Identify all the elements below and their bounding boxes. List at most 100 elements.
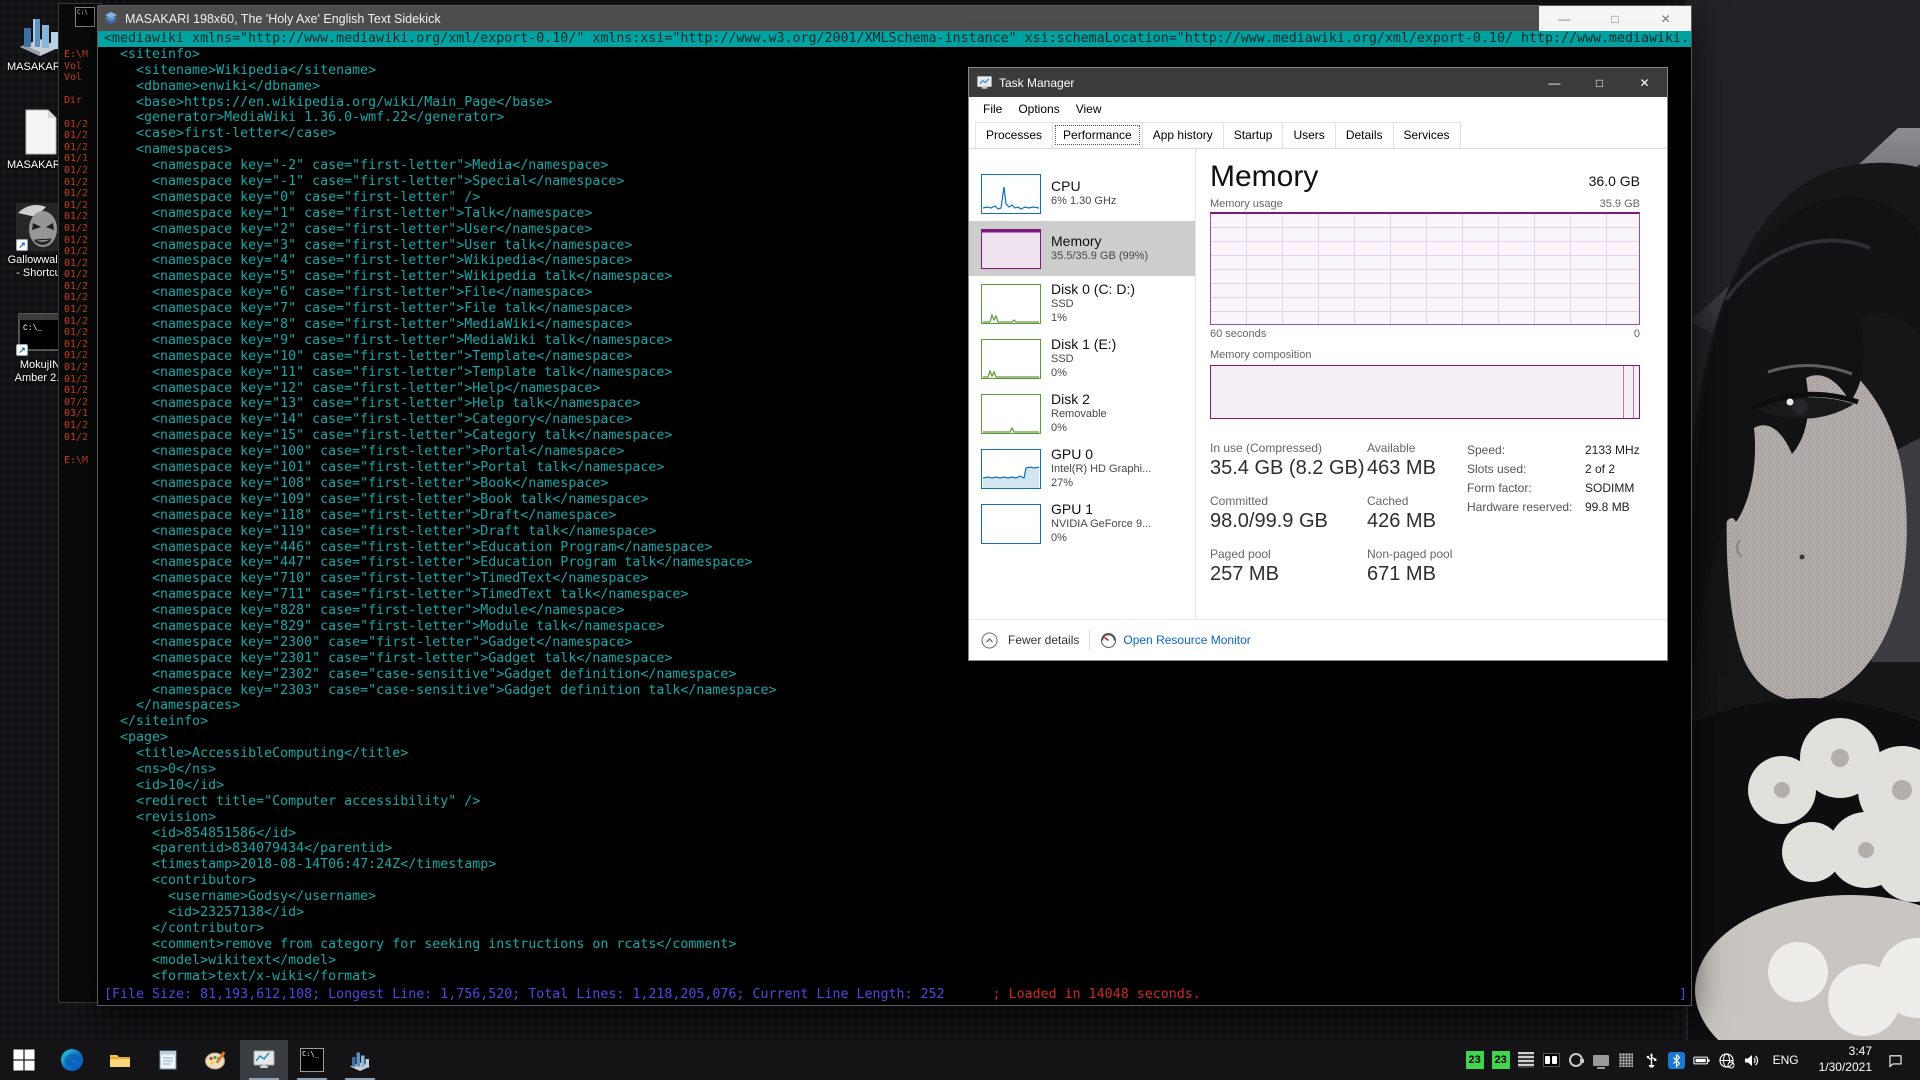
sidebar-item-disk-0-c-d-[interactable]: Disk 0 (C: D:)SSD 1% — [969, 276, 1195, 331]
tray-battery-icon[interactable] — [1693, 1052, 1710, 1069]
task-manager-window[interactable]: Task Manager — □ ✕ FileOptionsView Proce… — [968, 67, 1668, 661]
taskbar-app-masakari[interactable] — [336, 1040, 384, 1080]
task-manager-titlebar[interactable]: Task Manager — □ ✕ — [969, 68, 1667, 97]
svg-text:C:\_: C:\_ — [23, 324, 42, 333]
memory-info-row: Slots used:2 of 2 — [1467, 460, 1640, 479]
stat-value: 671 MB — [1367, 563, 1467, 586]
close-button[interactable]: ✕ — [1640, 6, 1691, 31]
sidebar-item-cpu[interactable]: CPU6% 1.30 GHz — [969, 166, 1195, 221]
fewer-details-button[interactable]: Fewer details — [1008, 633, 1079, 647]
cmd-line: 01/2 — [64, 374, 88, 386]
memory-usage-label: Memory usage — [1210, 198, 1283, 210]
cmd-line: 01/2 — [64, 246, 88, 258]
minimize-button[interactable]: — — [1539, 6, 1590, 31]
action-center-icon[interactable] — [1887, 1052, 1904, 1069]
cmd-line — [64, 107, 88, 119]
chevron-up-icon[interactable] — [981, 632, 998, 649]
tray-badge-icon[interactable]: 23 — [1492, 1051, 1510, 1069]
memory-stat: Committed98.0/99.9 GB — [1210, 494, 1367, 547]
memory-total: 36.0 GB — [1589, 173, 1640, 193]
tray-monitor-icon[interactable] — [1593, 1052, 1610, 1069]
info-value: 2133 MHz — [1585, 441, 1640, 460]
graph-x-left: 60 seconds — [1210, 328, 1266, 340]
maximize-button[interactable]: □ — [1590, 6, 1641, 31]
disk0-graph-thumbnail — [981, 284, 1041, 324]
editor-title: MASAKARI 198x60, The 'Holy Axe' English … — [125, 12, 441, 26]
cmd-line: Vol — [64, 72, 88, 84]
code-line: <ns>0</ns> — [98, 762, 1691, 778]
taskbar-app-taskmgr[interactable] — [240, 1040, 288, 1080]
cmd-line: 01/2 — [64, 339, 88, 351]
cmd-line: 01/2 — [64, 316, 88, 328]
tray-globe-icon[interactable] — [1718, 1052, 1735, 1069]
cmd-line: 01/2 — [64, 165, 88, 177]
menu-options[interactable]: Options — [1010, 99, 1067, 119]
memory-composition-label: Memory composition — [1210, 349, 1640, 361]
minimize-button[interactable]: — — [1532, 68, 1577, 97]
menu-view[interactable]: View — [1068, 99, 1110, 119]
tab-performance[interactable]: Performance — [1052, 122, 1143, 148]
panel-title: Memory — [1210, 161, 1318, 193]
shortcut-arrow-badge: ↗ — [16, 344, 28, 356]
taskbar-app-notepad[interactable] — [144, 1040, 192, 1080]
taskbar-app-edge[interactable] — [48, 1040, 96, 1080]
cmd-line: 01/2 — [64, 269, 88, 281]
sidebar-item-disk-2[interactable]: Disk 2Removable 0% — [969, 386, 1195, 441]
tab-services[interactable]: Services — [1393, 122, 1461, 148]
editor-app-icon — [103, 11, 119, 27]
menu-file[interactable]: File — [975, 99, 1010, 119]
background-cmd-window[interactable]: C:\ E:\MVolVolDir01/201/201/201/101/201/… — [58, 3, 102, 1003]
taskbar-app-paint[interactable] — [192, 1040, 240, 1080]
taskbar-clock[interactable]: 3:47 1/30/2021 — [1812, 1044, 1879, 1075]
tray-ring-icon[interactable] — [1568, 1052, 1585, 1069]
code-line: </namespaces> — [98, 698, 1691, 714]
sidebar-item-gpu-1[interactable]: GPU 1NVIDIA GeForce 9... 0% — [969, 496, 1195, 551]
open-resource-monitor-link[interactable]: Open Resource Monitor — [1100, 632, 1250, 649]
code-line: <redirect title="Computer accessibility"… — [98, 794, 1691, 810]
tab-processes[interactable]: Processes — [975, 122, 1053, 148]
tab-app-history[interactable]: App history — [1142, 122, 1224, 148]
tray-ram-icon[interactable] — [1518, 1052, 1535, 1069]
start-button[interactable] — [0, 1040, 48, 1080]
gpu1-graph-thumbnail — [981, 504, 1041, 544]
face-icon: ↗ — [16, 203, 64, 251]
memory-usage-graph — [1210, 212, 1640, 325]
graph-x-right: 0 — [1634, 328, 1640, 340]
shortcut-arrow-badge: ↗ — [16, 239, 28, 251]
stat-label: Cached — [1367, 494, 1467, 508]
task-manager-title: Task Manager — [999, 76, 1074, 90]
task-manager-footer: Fewer details Open Resource Monitor — [969, 619, 1667, 660]
tray-usb-icon[interactable] — [1643, 1052, 1660, 1069]
maximize-button[interactable]: □ — [1577, 68, 1622, 97]
cmd-window-icon: C:\ — [75, 7, 95, 27]
cmd-line: 01/2 — [64, 258, 88, 270]
tray-bluetooth-icon[interactable] — [1668, 1052, 1685, 1069]
taskbar-app-explorer[interactable] — [96, 1040, 144, 1080]
tray-grid-icon[interactable] — [1618, 1052, 1635, 1069]
stat-value: 426 MB — [1367, 510, 1467, 533]
tab-details[interactable]: Details — [1335, 122, 1394, 148]
tray-media-icon[interactable] — [1543, 1052, 1560, 1069]
sidebar-item-detail: SSD 1% — [1051, 298, 1135, 326]
gpu0-graph-thumbnail — [981, 449, 1041, 489]
language-indicator[interactable]: ENG — [1768, 1053, 1804, 1067]
cmd-line: 01/2 — [64, 350, 88, 362]
code-line: <model>wikitext</model> — [98, 953, 1691, 969]
memory-info-row: Form factor:SODIMM — [1467, 479, 1640, 498]
tray-badge-icon[interactable]: 23 — [1466, 1051, 1484, 1069]
cmd-line: Vol — [64, 61, 88, 73]
taskbar-app-cmd[interactable]: C:\_ — [288, 1040, 336, 1080]
sidebar-item-memory[interactable]: Memory35.5/35.9 GB (99%) — [969, 221, 1195, 276]
code-line: <contributor> — [98, 873, 1691, 889]
tab-startup[interactable]: Startup — [1223, 122, 1284, 148]
editor-titlebar[interactable]: MASAKARI 198x60, The 'Holy Axe' English … — [98, 6, 1691, 31]
memory-stat: Cached 426 MB — [1367, 494, 1467, 547]
cmd-line: E:\M — [64, 49, 88, 61]
tab-users[interactable]: Users — [1282, 122, 1335, 148]
close-button[interactable]: ✕ — [1622, 68, 1667, 97]
sidebar-item-disk-1-e-[interactable]: Disk 1 (E:)SSD 0% — [969, 331, 1195, 386]
tray-speaker-icon[interactable] — [1743, 1052, 1760, 1069]
sidebar-item-gpu-0[interactable]: GPU 0Intel(R) HD Graphi... 27% — [969, 441, 1195, 496]
info-value: SODIMM — [1585, 479, 1634, 498]
code-line: <id>10</id> — [98, 778, 1691, 794]
